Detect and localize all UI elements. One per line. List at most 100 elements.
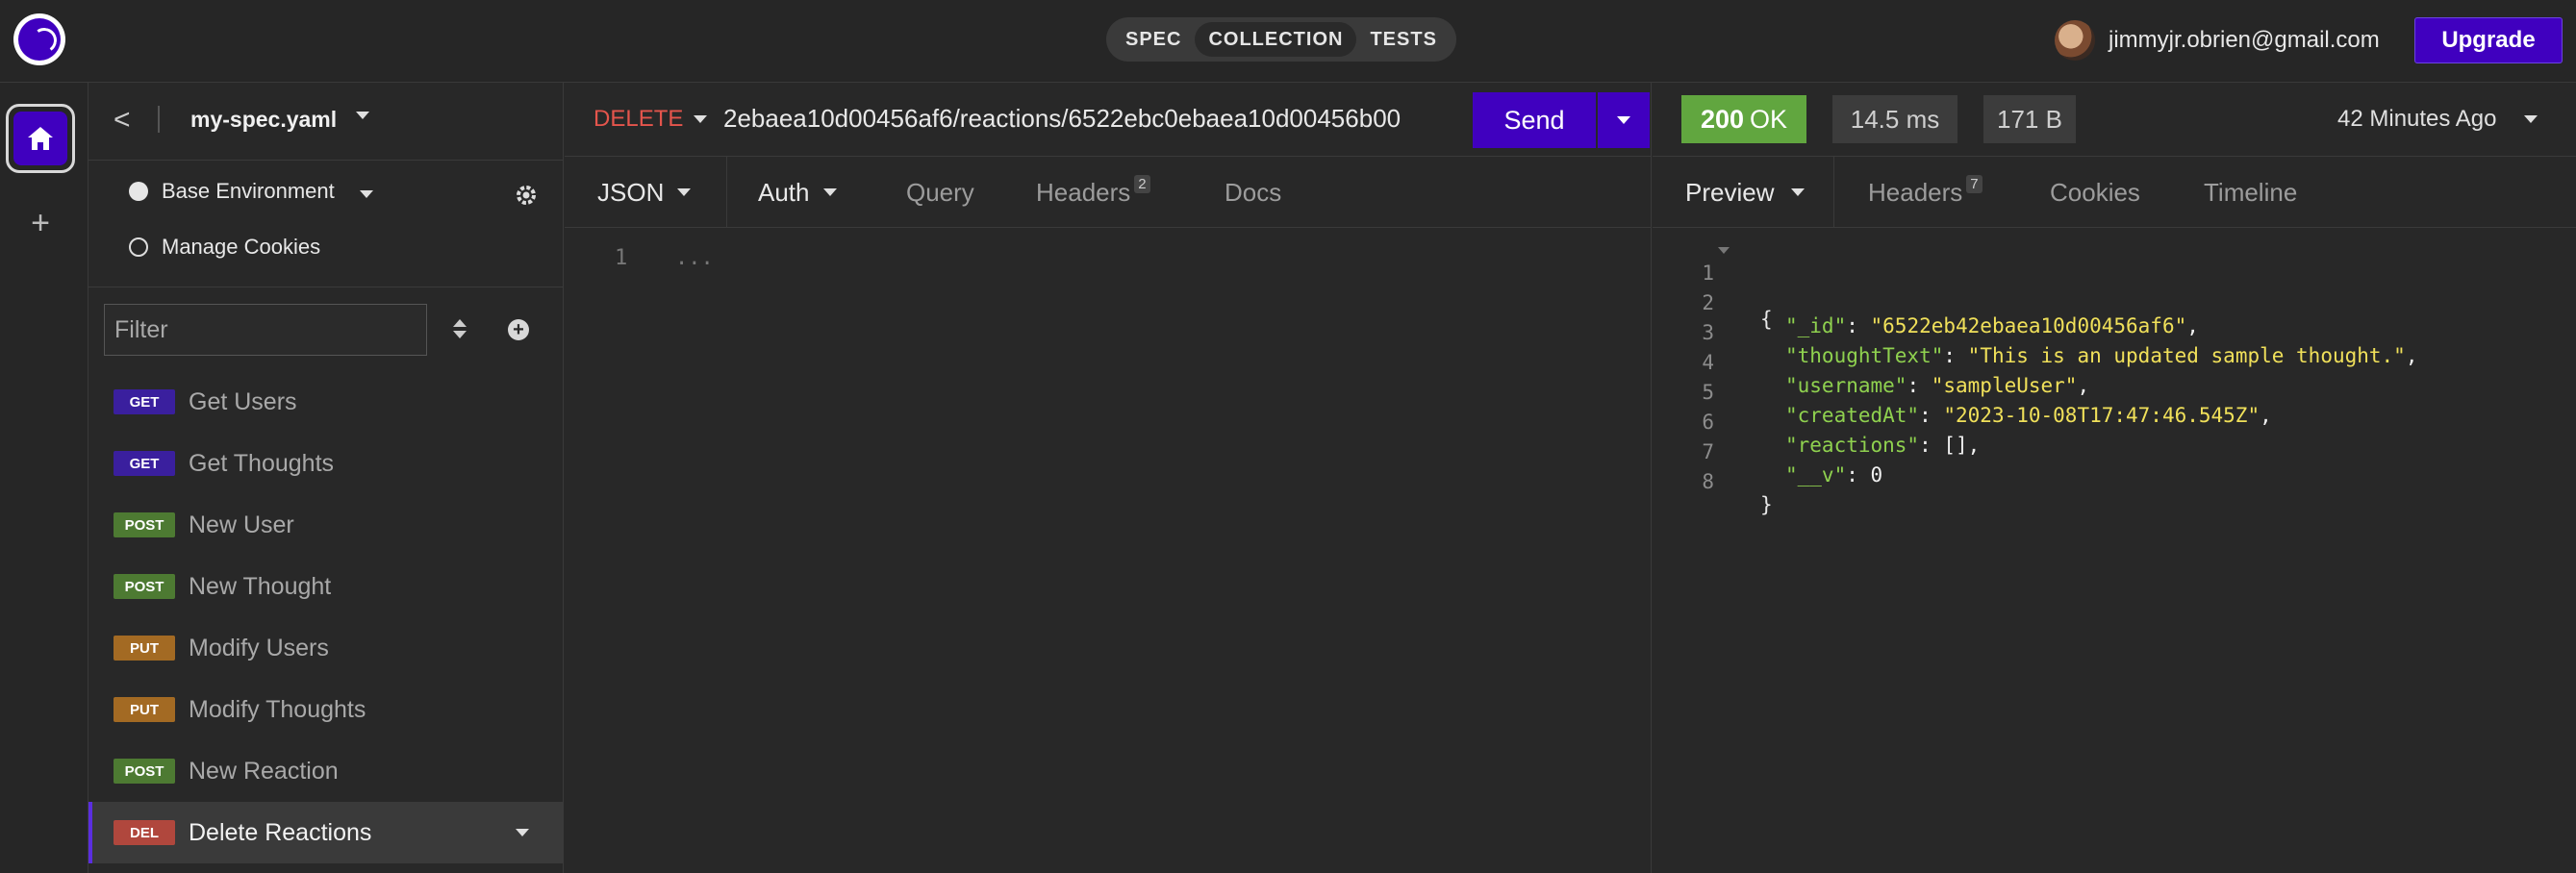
line-number: 8 [1702, 470, 1714, 493]
response-status-bar: 200 OK 14.5 ms 171 B 42 Minutes Ago [1653, 83, 2576, 157]
tab-response-headers[interactable]: Headers 7 [1868, 157, 1983, 228]
home-icon [28, 127, 53, 150]
editor-placeholder: ... [675, 246, 714, 270]
tab-collection[interactable]: COLLECTION [1195, 22, 1357, 57]
json-key: "thoughtText" [1785, 344, 1944, 367]
request-item-get-users[interactable]: GET Get Users [88, 371, 564, 433]
tab-label: JSON [597, 177, 665, 207]
back-icon[interactable]: < [114, 104, 131, 137]
json-punct: , [2260, 404, 2272, 427]
url-input[interactable]: 2ebaea10d00456af6/reactions/6522ebc0ebae… [723, 104, 1401, 134]
filter-input[interactable] [104, 304, 427, 356]
avatar[interactable] [2055, 20, 2095, 61]
tab-label: Headers [1868, 177, 1963, 207]
code-line: 8 } [1653, 447, 1772, 516]
json-value: "This is an updated sample thought." [1967, 344, 2406, 367]
request-item-get-thoughts[interactable]: GET Get Thoughts [88, 433, 564, 494]
tab-docs[interactable]: Docs [1225, 157, 1281, 228]
request-item-delete-reactions[interactable]: DEL Delete Reactions [88, 802, 564, 863]
request-item-new-reaction[interactable]: POST New Reaction [88, 740, 564, 802]
request-label: Delete Reactions [189, 818, 372, 846]
home-button[interactable] [6, 104, 75, 173]
document-title[interactable]: my-spec.yaml [190, 107, 337, 133]
fold-icon[interactable] [1718, 247, 1730, 254]
chevron-down-icon[interactable] [356, 112, 369, 119]
upgrade-button[interactable]: Upgrade [2414, 17, 2563, 63]
request-label: Get Thoughts [189, 449, 335, 477]
code-line: 3 "thoughtText": "This is an updated sam… [1653, 298, 2417, 367]
url-bar: DELETE 2ebaea10d00456af6/reactions/6522e… [565, 83, 1652, 157]
code-line: 4 "username": "sampleUser", [1653, 328, 2089, 397]
count-badge: 7 [1966, 174, 1983, 193]
method-selector[interactable]: DELETE [593, 106, 683, 133]
top-bar: SPEC COLLECTION TESTS jimmyjr.obrien@gma… [0, 0, 2576, 83]
tab-spec[interactable]: SPEC [1112, 22, 1195, 57]
json-punct: , [2077, 374, 2090, 397]
app-logo-icon[interactable] [13, 13, 65, 65]
send-button[interactable]: Send [1473, 92, 1596, 148]
response-time-badge: 14.5 ms [1832, 95, 1957, 143]
divider [1833, 157, 1834, 228]
code-line: 6 "reactions": [], [1653, 387, 1980, 457]
sidebar: < my-spec.yaml Base Environment Manage C… [88, 83, 564, 873]
chevron-down-icon [677, 188, 692, 196]
add-request-icon[interactable]: + [508, 319, 529, 340]
tab-preview[interactable]: Preview [1685, 157, 1806, 228]
divider [158, 106, 160, 133]
request-item-new-user[interactable]: POST New User [88, 494, 564, 556]
code-text: } [1760, 493, 1773, 516]
tab-query[interactable]: Query [906, 157, 974, 228]
tab-auth[interactable]: Auth [758, 157, 837, 228]
tab-label: Preview [1685, 177, 1775, 207]
response-history-selector[interactable]: 42 Minutes Ago [2337, 106, 2496, 133]
request-label: Modify Users [189, 634, 329, 661]
code-line: 1 { [1653, 238, 1773, 331]
sort-icon[interactable] [448, 313, 471, 346]
left-rail: + [0, 83, 88, 873]
tab-timeline[interactable]: Timeline [2204, 157, 2297, 228]
request-tabs: JSON Auth Query Headers 2 Docs [565, 157, 1652, 228]
method-badge: GET [114, 389, 175, 414]
env-divider [88, 160, 564, 161]
add-project-icon[interactable]: + [23, 206, 58, 240]
tab-json[interactable]: JSON [597, 157, 692, 228]
user-email[interactable]: jimmyjr.obrien@gmail.com [2109, 27, 2380, 54]
status-code: 200 [1700, 104, 1745, 134]
chevron-down-icon [822, 188, 837, 196]
manage-cookies-link[interactable]: Manage Cookies [162, 235, 320, 260]
request-body-editor[interactable]: 1 ... [565, 229, 1652, 873]
code-line: 7 "__v": 0 [1653, 417, 1882, 486]
chevron-down-icon[interactable] [694, 115, 707, 123]
tab-cookies[interactable]: Cookies [2050, 157, 2140, 228]
line-number: 1 [615, 246, 628, 270]
request-item-modify-users[interactable]: PUT Modify Users [88, 617, 564, 679]
method-badge: PUT [114, 697, 175, 722]
send-options-button[interactable] [1598, 92, 1650, 148]
method-badge: POST [114, 512, 175, 537]
code-line: 5 "createdAt": "2023-10-08T17:47:46.545Z… [1653, 358, 2271, 427]
cookie-icon [129, 237, 148, 257]
json-value: [] [1943, 434, 1968, 457]
tab-headers[interactable]: Headers 2 [1036, 157, 1150, 228]
json-punct: , [1967, 434, 1981, 457]
gear-icon[interactable] [514, 183, 539, 208]
divider [726, 157, 727, 228]
response-body[interactable]: 1 { 2 "_id": "6522eb42ebaea10d00456af6",… [1653, 229, 2576, 873]
chevron-down-icon[interactable] [516, 829, 529, 836]
json-punct: , [2186, 314, 2199, 337]
method-badge: PUT [114, 636, 175, 661]
chevron-down-icon[interactable] [2524, 115, 2538, 123]
sidebar-header: < my-spec.yaml [88, 83, 564, 160]
json-key: "reactions" [1785, 434, 1920, 457]
tab-tests[interactable]: TESTS [1356, 22, 1450, 57]
request-label: Get Users [189, 387, 297, 415]
chevron-down-icon[interactable] [360, 190, 373, 198]
code-text: { [1760, 308, 1773, 331]
tab-label: Auth [758, 177, 810, 207]
method-badge: GET [114, 451, 175, 476]
request-item-new-thought[interactable]: POST New Thought [88, 556, 564, 617]
environment-selector[interactable]: Base Environment [162, 179, 335, 204]
request-label: New User [189, 511, 294, 538]
user-menu[interactable]: jimmyjr.obrien@gmail.com [2055, 20, 2380, 61]
request-item-modify-thoughts[interactable]: PUT Modify Thoughts [88, 679, 564, 740]
